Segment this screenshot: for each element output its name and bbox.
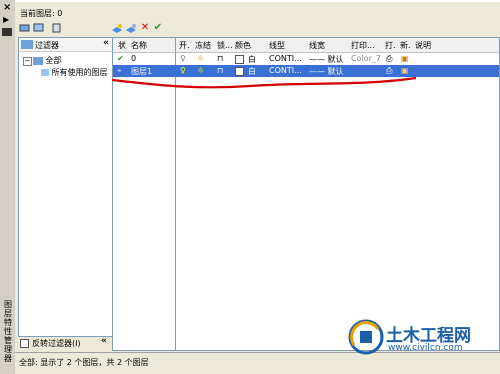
properties-menu-icon[interactable] xyxy=(2,28,12,36)
layer-states-icon[interactable] xyxy=(51,22,63,34)
tree-node-label: 全部 xyxy=(45,56,62,65)
invert-filter-label: 反转过滤器(I) xyxy=(32,339,81,348)
new-group-filter-icon[interactable] xyxy=(33,22,45,34)
layer-list-header: 状 名称 开. 冻结 锁... 颜色 线型 线宽 打印... 打. 新. 说明 xyxy=(113,38,499,53)
filter-header-label: 过滤器 xyxy=(35,41,59,50)
col-color[interactable]: 颜色 xyxy=(235,40,251,51)
current-layer-label: 当前图层: 0 xyxy=(20,9,63,18)
watermark-logo-icon xyxy=(348,319,384,355)
delete-layer-icon[interactable]: ✕ xyxy=(139,22,151,34)
col-plotstyle[interactable]: 打印... xyxy=(351,40,375,51)
new-layer-vp-frozen-icon[interactable] xyxy=(125,22,137,34)
col-on[interactable]: 开. xyxy=(179,40,190,51)
tree-node-used-layers[interactable]: 所有使用的图层 xyxy=(41,67,108,78)
new-layer-icon[interactable] xyxy=(111,22,123,34)
col-lineweight[interactable]: 线宽 xyxy=(309,40,325,51)
invert-filter-checkbox[interactable]: 反转过滤器(I) « xyxy=(18,336,113,349)
filter-icon xyxy=(41,69,49,76)
watermark-url: www.civilcn.com xyxy=(388,343,463,353)
watermark: 土木工程网 www.civilcn.com xyxy=(348,315,488,360)
close-icon[interactable]: × xyxy=(3,3,11,13)
tree-node-label: 所有使用的图层 xyxy=(51,68,108,77)
status-text: 全部: 显示了 2 个图层，共 2 个图层 xyxy=(19,358,149,367)
col-description[interactable]: 说明 xyxy=(415,40,431,51)
tree-expander[interactable]: − xyxy=(23,57,32,66)
filter-tree-header: 过滤器 « xyxy=(19,38,112,52)
filter-tree-panel: 过滤器 « − 全部 所有使用的图层 xyxy=(18,37,113,337)
set-current-icon[interactable]: ✔ xyxy=(152,22,164,34)
col-name[interactable]: 名称 xyxy=(131,40,147,51)
col-status[interactable]: 状 xyxy=(118,40,126,51)
palette-title: 图层特性管理器 xyxy=(4,300,12,363)
auto-hide-icon[interactable]: ▶ xyxy=(3,16,9,24)
red-annotation-stroke xyxy=(111,76,417,89)
collapse-icon[interactable]: « xyxy=(101,336,107,346)
tree-node-all[interactable]: 全部 xyxy=(33,55,62,66)
col-plot[interactable]: 打. xyxy=(385,40,396,51)
col-new-vp-freeze[interactable]: 新. xyxy=(400,40,411,51)
palette-title-strip: × ▶ 图层特性管理器 xyxy=(0,0,16,374)
col-linetype[interactable]: 线型 xyxy=(269,40,285,51)
col-freeze[interactable]: 冻结 xyxy=(195,40,211,51)
top-edge xyxy=(15,0,500,2)
new-property-filter-icon[interactable] xyxy=(19,22,31,34)
filter-icon xyxy=(21,40,33,49)
col-lock[interactable]: 锁... xyxy=(217,40,233,51)
collapse-filter-icon[interactable]: « xyxy=(103,38,109,48)
checkbox[interactable] xyxy=(20,339,29,348)
layers-icon xyxy=(33,56,43,65)
